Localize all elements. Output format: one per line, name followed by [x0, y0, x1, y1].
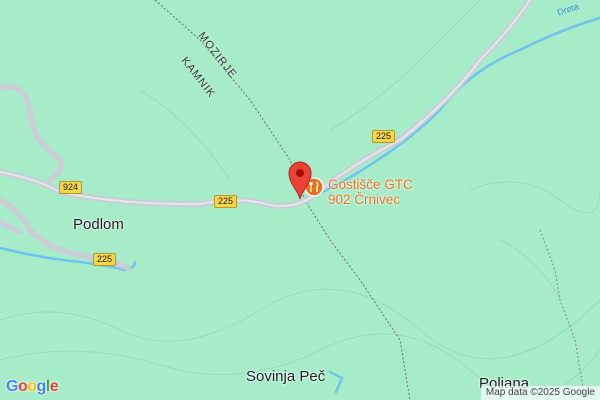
poi-label[interactable]: Gostišče GTC 902 Črnivec: [328, 177, 413, 207]
road-shield-225: 225: [372, 130, 396, 143]
map-canvas[interactable]: MOZIRJE KAMNIK Dreta 924 225 225 225 Pod…: [0, 0, 600, 400]
logo-letter: o: [17, 378, 28, 395]
place-label-podlom[interactable]: Podlom: [73, 216, 124, 233]
logo-letter: G: [6, 378, 18, 395]
logo-letter: g: [36, 378, 47, 395]
road-shield-924: 924: [59, 181, 83, 194]
road-shield-225: 225: [214, 195, 238, 208]
logo-letter: e: [49, 378, 59, 395]
poi-name-line1: Gostišče GTC: [328, 177, 413, 192]
map-attribution[interactable]: Map data ©2025 Google: [480, 386, 600, 400]
logo-letter: o: [27, 378, 37, 395]
road-highlights: [0, 0, 531, 207]
road-shield-225: 225: [93, 253, 117, 266]
map-base-layer: [0, 0, 600, 400]
location-pin-icon[interactable]: [287, 160, 313, 200]
poi-name-line2: 902 Črnivec: [328, 192, 401, 207]
place-label-sovinja-pec[interactable]: Sovinja Peč: [246, 368, 325, 385]
google-logo[interactable]: Google: [6, 378, 59, 396]
